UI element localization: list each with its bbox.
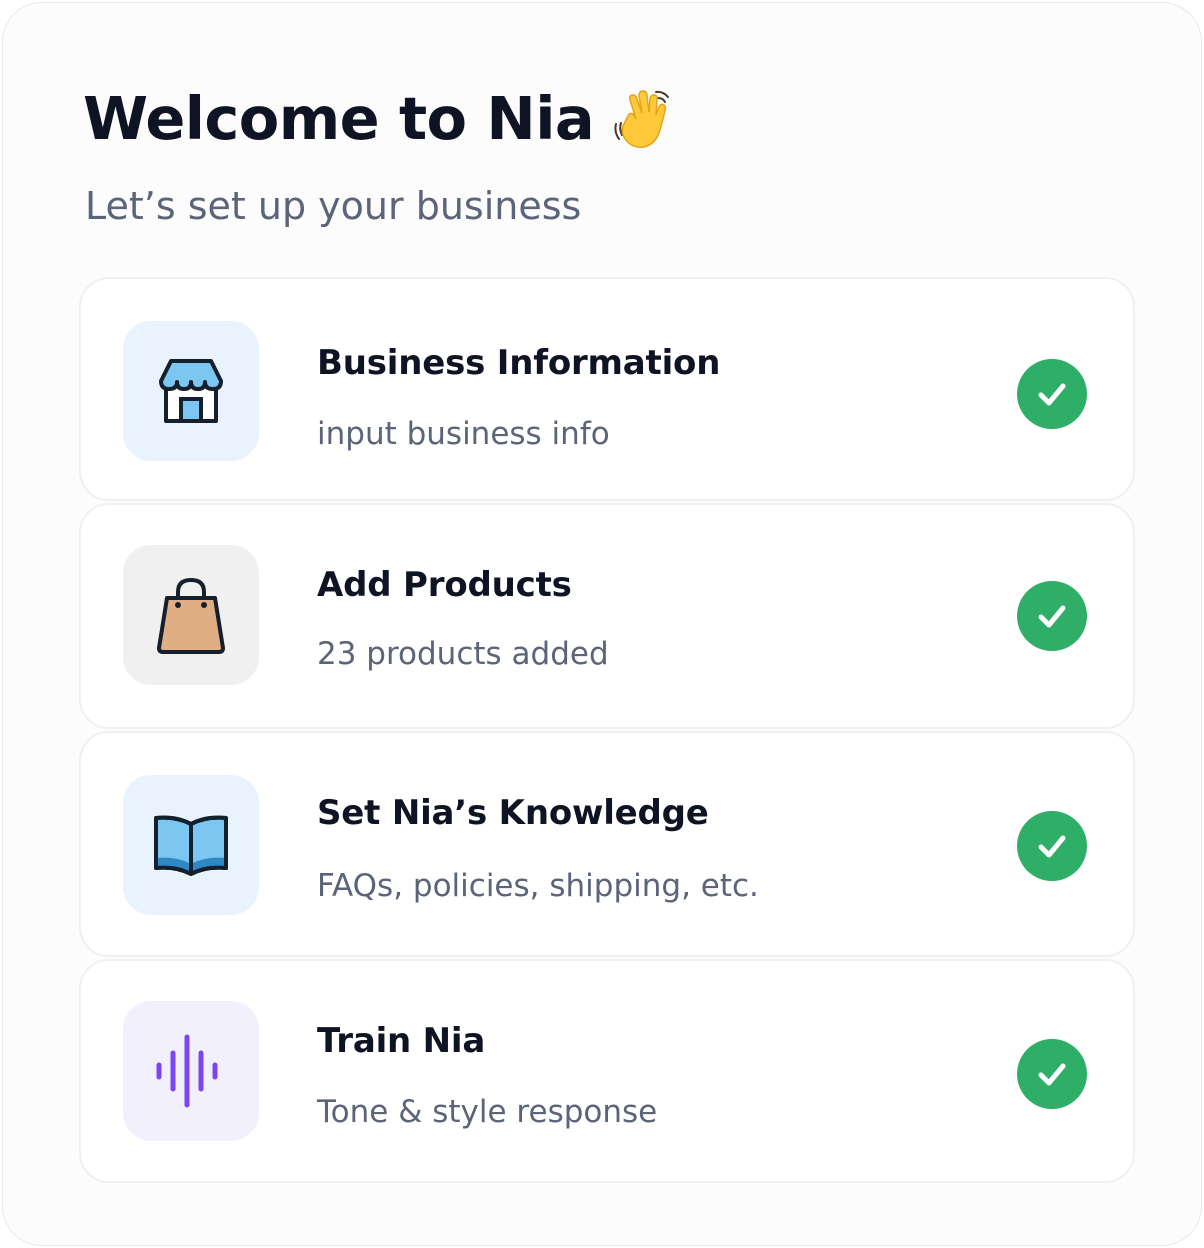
- step-description: Tone & style response: [317, 1094, 658, 1130]
- storefront-icon: [159, 359, 223, 423]
- check-circle-icon: [1017, 1039, 1087, 1109]
- icon-tile: [123, 321, 259, 461]
- check-circle-icon: [1017, 581, 1087, 651]
- step-title: Business Information: [317, 343, 721, 383]
- open-book-icon: [154, 815, 228, 876]
- page-title: Welcome to Nia: [83, 84, 595, 153]
- step-title: Add Products: [317, 565, 572, 605]
- check-circle-icon: [1017, 359, 1087, 429]
- shopping-bag-icon: [157, 577, 225, 654]
- step-title: Set Nia’s Knowledge: [317, 793, 709, 833]
- step-description: FAQs, policies, shipping, etc.: [317, 868, 759, 904]
- waving-hand-icon: [614, 90, 670, 148]
- check-circle-icon: [1017, 811, 1087, 881]
- step-description: input business info: [317, 416, 610, 452]
- icon-tile: [123, 1001, 259, 1141]
- step-card-add-products[interactable]: Add Products 23 products added: [79, 503, 1135, 729]
- icon-tile: [123, 775, 259, 915]
- page-subtitle: Let’s set up your business: [85, 184, 582, 228]
- step-description: 23 products added: [317, 636, 609, 672]
- step-card-train-nia[interactable]: Train Nia Tone & style response: [79, 959, 1135, 1183]
- icon-tile: [123, 545, 259, 685]
- header: Welcome to Nia: [83, 83, 676, 155]
- step-card-business-information[interactable]: Business Information input business info: [79, 277, 1135, 501]
- step-title: Train Nia: [317, 1021, 486, 1061]
- onboarding-panel: Welcome to Nia Let’s set up your busines…: [2, 2, 1202, 1246]
- sound-wave-icon: [156, 1034, 218, 1108]
- step-card-set-knowledge[interactable]: Set Nia’s Knowledge FAQs, policies, ship…: [79, 731, 1135, 957]
